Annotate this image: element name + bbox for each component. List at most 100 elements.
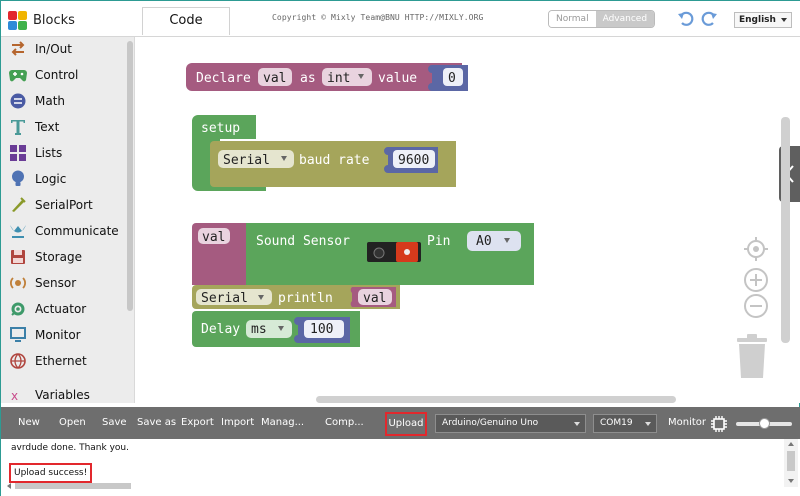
declare-value-field[interactable]: 0 <box>448 71 456 86</box>
sound-sensor-module-icon <box>367 242 421 262</box>
board-select[interactable]: Arduino/Genuino Uno <box>435 414 586 433</box>
sidebar-item-label: In/Out <box>35 42 72 56</box>
sidebar-item-in-out[interactable]: In/Out <box>9 37 72 61</box>
text-icon <box>9 118 27 136</box>
upload-button[interactable]: Upload <box>385 412 427 436</box>
sidebar-item-serialport[interactable]: SerialPort <box>9 193 93 217</box>
sidebar-item-storage[interactable]: Storage <box>9 245 82 269</box>
monitor-button[interactable]: Monitor <box>668 407 706 439</box>
delay-label: Delay <box>201 322 240 337</box>
blocks-workspace[interactable]: Declare val as int value 0 setup Serial … <box>136 37 800 403</box>
sidebar-item-sensor[interactable]: Sensor <box>9 271 76 295</box>
delay-block[interactable]: Delay ms 100 <box>192 311 360 347</box>
println-label: println <box>278 291 333 306</box>
ethernet-icon <box>9 352 27 370</box>
mode-toggle[interactable]: Normal Advanced <box>548 10 656 28</box>
zoom-in-icon[interactable] <box>743 267 769 293</box>
category-sidebar: In/Out Control Math Text Lists Logic Ser… <box>1 37 135 403</box>
console-line: avrdude done. Thank you. <box>11 443 129 453</box>
sidebar-item-communicate[interactable]: Communicate <box>9 219 119 243</box>
redo-icon[interactable] <box>700 10 718 28</box>
declare-value-label: value <box>378 71 417 86</box>
sidebar-item-actuator[interactable]: Actuator <box>9 297 86 321</box>
sidebar-item-variables[interactable]: x Variables <box>9 383 90 403</box>
declare-block[interactable]: Declare val as int value 0 <box>186 63 468 91</box>
sidebar-item-label: Actuator <box>35 302 87 316</box>
sidebar-item-control[interactable]: Control <box>9 63 78 87</box>
sidebar-item-monitor[interactable]: Monitor <box>9 323 81 347</box>
mode-advanced-button[interactable]: Advanced <box>595 11 655 27</box>
baud-value-field[interactable]: 9600 <box>398 153 429 168</box>
assign-sound-sensor-block[interactable]: val Sound Sensor Pin A0 <box>192 223 534 285</box>
declare-keyword: Declare <box>196 71 251 86</box>
puzzle-logo-icon <box>8 10 27 30</box>
sidebar-item-label: Lists <box>35 146 63 160</box>
export-button[interactable]: Export <box>181 407 214 439</box>
sidebar-scrollbar[interactable] <box>127 41 133 311</box>
pin-label: Pin <box>427 234 450 249</box>
tab-code[interactable]: Code <box>142 7 230 35</box>
declare-type-field[interactable]: int <box>327 71 350 86</box>
recenter-icon[interactable] <box>743 236 769 262</box>
delay-value-field[interactable]: 100 <box>310 322 333 337</box>
new-button[interactable]: New <box>18 407 40 439</box>
variables-icon: x <box>9 386 27 403</box>
println-var-field[interactable]: val <box>363 291 386 306</box>
workspace-horizontal-scrollbar[interactable] <box>316 396 676 403</box>
actuator-icon <box>9 300 27 318</box>
console-horizontal-scrollbar[interactable] <box>5 481 135 491</box>
declare-var-field[interactable]: val <box>263 71 286 86</box>
sidebar-item-label: Text <box>35 120 60 134</box>
top-header: Blocks Code Copyright © Mixly Team@BNU H… <box>1 1 800 37</box>
manage-button[interactable]: Manag... <box>261 407 304 439</box>
delay-unit-dropdown[interactable]: ms <box>251 322 267 337</box>
sidebar-item-label: Monitor <box>35 328 81 342</box>
assign-var-field[interactable]: val <box>202 230 225 245</box>
app-window: Blocks Code Copyright © Mixly Team@BNU H… <box>0 0 800 496</box>
svg-text:x: x <box>11 389 18 403</box>
sidebar-item-lists[interactable]: Lists <box>9 141 62 165</box>
sidebar-item-label: Ethernet <box>35 354 87 368</box>
workspace-vertical-scrollbar[interactable] <box>781 117 790 343</box>
port-select-value: COM19 <box>600 418 633 428</box>
sidebar-item-label: SerialPort <box>35 198 93 212</box>
output-console: avrdude done. Thank you. Upload success! <box>1 439 800 496</box>
sidebar-item-label: Sensor <box>35 276 77 290</box>
blocks-canvas: Declare val as int value 0 setup Serial … <box>186 63 534 347</box>
println-serial-dropdown[interactable]: Serial <box>201 291 248 306</box>
save-button[interactable]: Save <box>102 407 127 439</box>
sidebar-item-label: Logic <box>35 172 67 186</box>
console-vertical-scrollbar[interactable] <box>784 439 798 487</box>
sidebar-item-text[interactable]: Text <box>9 115 59 139</box>
in-out-icon <box>9 40 27 58</box>
language-select[interactable]: English <box>734 12 792 28</box>
pin-dropdown[interactable]: A0 <box>476 234 492 249</box>
compile-button[interactable]: Comp... <box>325 407 364 439</box>
mode-normal-button[interactable]: Normal <box>549 11 596 27</box>
sidebar-item-label: Control <box>35 68 79 82</box>
communicate-icon <box>9 222 27 240</box>
setup-label: setup <box>201 121 240 136</box>
sidebar-item-ethernet[interactable]: Ethernet <box>9 349 87 373</box>
math-icon <box>9 92 27 110</box>
chip-icon[interactable] <box>710 415 728 433</box>
declare-as-label: as <box>300 71 316 86</box>
serial-dropdown[interactable]: Serial <box>223 153 270 168</box>
tab-blocks[interactable]: Blocks <box>8 5 134 35</box>
sidebar-item-math[interactable]: Math <box>9 89 65 113</box>
sidebar-item-logic[interactable]: Logic <box>9 167 66 191</box>
lists-icon <box>9 144 27 162</box>
save-as-button[interactable]: Save as <box>137 407 176 439</box>
zoom-out-icon[interactable] <box>743 293 769 319</box>
zoom-slider-handle[interactable] <box>759 418 770 429</box>
tab-blocks-label: Blocks <box>33 12 75 28</box>
open-button[interactable]: Open <box>59 407 86 439</box>
serial-println-block[interactable]: Serial println val <box>192 285 400 309</box>
serial-begin-block[interactable]: Serial baud rate 9600 <box>210 141 456 187</box>
port-select[interactable]: COM19 <box>593 414 657 433</box>
sidebar-item-label: Variables <box>35 388 90 402</box>
trash-icon[interactable] <box>735 334 769 380</box>
undo-icon[interactable] <box>677 10 695 28</box>
sidebar-item-label: Math <box>35 94 66 108</box>
import-button[interactable]: Import <box>221 407 254 439</box>
